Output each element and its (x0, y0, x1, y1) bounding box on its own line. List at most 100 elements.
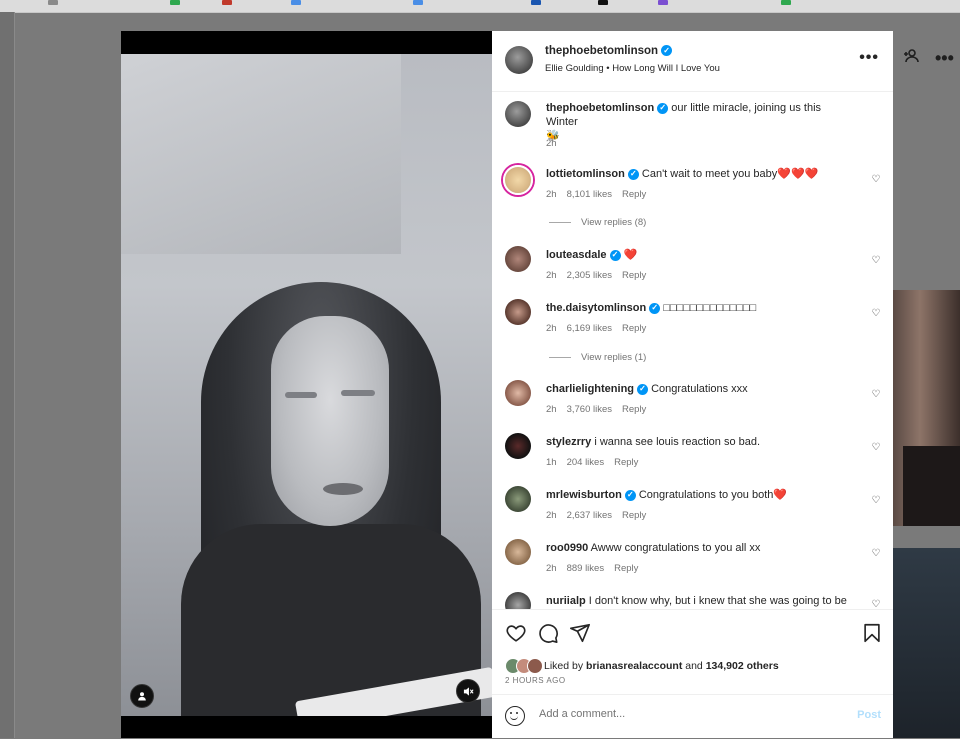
reply-button[interactable]: Reply (622, 323, 646, 334)
avatar[interactable] (505, 246, 531, 272)
post-author[interactable]: thephoebetomlinson ✓ (545, 45, 673, 57)
comment-username[interactable]: charlielightening (546, 383, 634, 395)
user-tag-icon[interactable] (130, 684, 154, 708)
verified-icon: ✓ (637, 383, 649, 395)
comment-body: I don't know why, but i knew that she wa… (588, 595, 847, 607)
comment-time: 2h (546, 189, 557, 200)
verified-icon: ✓ (627, 168, 639, 180)
comment-input[interactable] (537, 707, 841, 721)
background-grid-image[interactable] (893, 548, 960, 738)
likes-count[interactable]: 134,902 others (706, 660, 779, 672)
bookmark-favicon[interactable] (170, 0, 180, 5)
verified-icon: ✓ (609, 249, 621, 261)
comment-likes[interactable]: 6,169 likes (567, 323, 612, 334)
comments-list[interactable]: thephoebetomlinson ✓ our little miracle, … (492, 91, 893, 609)
comment-username[interactable]: nuriialp (546, 595, 586, 607)
comment-time: 2h (546, 404, 557, 415)
view-replies-button[interactable]: View replies (8) (549, 217, 646, 228)
avatar[interactable] (505, 101, 531, 127)
avatar[interactable] (505, 299, 531, 325)
reply-button[interactable]: Reply (622, 189, 646, 200)
caption-time: 2h (546, 138, 557, 149)
comment-meta: 2h 6,169 likes Reply (546, 323, 656, 334)
avatar[interactable] (505, 46, 533, 74)
bookmark-favicon[interactable] (413, 0, 423, 5)
video-detail (341, 390, 375, 396)
avatar[interactable] (505, 380, 531, 406)
add-user-icon[interactable] (903, 48, 919, 69)
like-comment-heart-icon[interactable]: ♡ (871, 600, 881, 610)
avatar[interactable] (505, 486, 531, 512)
comment-body: i wanna see louis reaction so bad. (594, 436, 761, 448)
liked-by-joiner: and (685, 660, 703, 672)
divider (549, 222, 571, 223)
mute-icon[interactable] (456, 679, 480, 703)
bookmark-favicon[interactable] (781, 0, 791, 5)
comment-username[interactable]: louteasdale (546, 249, 607, 261)
comment-username[interactable]: lottietomlinson (546, 168, 625, 180)
comment-username[interactable]: stylezrry (546, 436, 591, 448)
verified-icon: ✓ (661, 45, 673, 56)
bookmark-icon[interactable] (861, 622, 883, 644)
comment-time: 2h (546, 510, 557, 521)
comment-likes[interactable]: 2,637 likes (567, 510, 612, 521)
like-comment-heart-icon[interactable]: ♡ (871, 549, 881, 559)
liked-by-user[interactable]: brianasrealaccount (586, 660, 682, 672)
caption-username[interactable]: thephoebetomlinson (546, 102, 654, 114)
reply-button[interactable]: Reply (614, 563, 638, 574)
view-replies-button[interactable]: View replies (1) (549, 352, 646, 363)
comment-likes[interactable]: 204 likes (567, 457, 605, 468)
comment-icon[interactable] (537, 622, 559, 644)
post-author-username[interactable]: thephoebetomlinson (545, 45, 658, 57)
like-comment-heart-icon[interactable]: ♡ (871, 496, 881, 506)
reply-button[interactable]: Reply (622, 404, 646, 415)
comment-time: 1h (546, 457, 557, 468)
like-comment-heart-icon[interactable]: ♡ (871, 256, 881, 266)
comment-body: □□□□□□□□□□□□□□ (663, 302, 757, 314)
avatar[interactable] (505, 433, 531, 459)
avatar[interactable] (505, 539, 531, 565)
like-comment-heart-icon[interactable]: ♡ (871, 309, 881, 319)
like-comment-heart-icon[interactable]: ♡ (871, 390, 881, 400)
heart-emoji: ❤️❤️❤️ (777, 168, 819, 180)
reply-button[interactable]: Reply (622, 270, 646, 281)
share-icon[interactable] (569, 622, 591, 644)
bookmark-favicon[interactable] (598, 0, 608, 5)
video-frame[interactable] (121, 54, 492, 716)
like-comment-heart-icon[interactable]: ♡ (871, 175, 881, 185)
bookmark-favicon[interactable] (531, 0, 541, 5)
post-time-ago[interactable]: 2 HOURS AGO (505, 676, 566, 685)
background-grid-image[interactable] (893, 290, 960, 526)
like-comment-heart-icon[interactable]: ♡ (871, 443, 881, 453)
heart-emoji: ❤️ (773, 489, 788, 501)
comment-likes[interactable]: 3,760 likes (567, 404, 612, 415)
comment-meta: 2h 2,637 likes Reply (546, 510, 656, 521)
view-replies-label[interactable]: View replies (8) (581, 217, 646, 228)
reply-button[interactable]: Reply (622, 510, 646, 521)
post-button[interactable]: Post (857, 709, 881, 721)
post-modal: thephoebetomlinson ✓ Ellie Goulding • How… (121, 31, 893, 738)
comment-username[interactable]: roo0990 (546, 542, 588, 554)
background-profile-actions: ••• (895, 38, 960, 78)
avatar-story-ring[interactable] (503, 165, 533, 195)
bookmark-favicon[interactable] (48, 0, 58, 5)
more-icon[interactable]: ••• (935, 48, 954, 69)
comment-username[interactable]: mrlewisburton (546, 489, 622, 501)
likes-summary[interactable]: Liked by brianasrealaccount and 134,902 … (505, 658, 779, 674)
comment-time: 2h (546, 270, 557, 281)
view-replies-label[interactable]: View replies (1) (581, 352, 646, 363)
emoji-icon[interactable] (505, 706, 525, 726)
reply-button[interactable]: Reply (614, 457, 638, 468)
music-track[interactable]: Ellie Goulding • How Long Will I Love Yo… (545, 63, 720, 74)
comment-likes[interactable]: 2,305 likes (567, 270, 612, 281)
reel-video[interactable] (121, 31, 492, 738)
bookmark-favicon[interactable] (658, 0, 668, 5)
comment-likes[interactable]: 889 likes (567, 563, 605, 574)
bookmark-favicon[interactable] (291, 0, 301, 5)
more-icon[interactable]: ••• (859, 49, 879, 67)
bookmark-favicon[interactable] (222, 0, 232, 5)
heart-icon[interactable] (505, 622, 527, 644)
avatar[interactable] (505, 592, 531, 609)
comment-username[interactable]: the.daisytomlinson (546, 302, 646, 314)
comment-likes[interactable]: 8,101 likes (567, 189, 612, 200)
